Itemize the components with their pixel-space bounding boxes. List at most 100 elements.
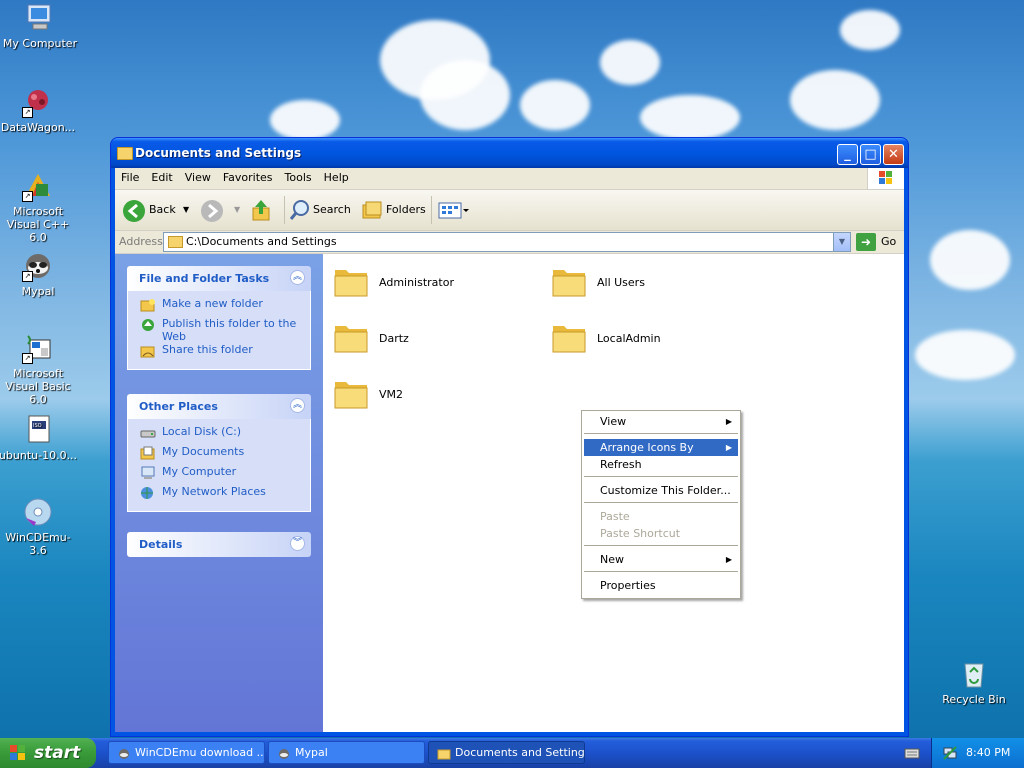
place-local-disk[interactable]: Local Disk (C:) bbox=[138, 425, 310, 445]
panel-header[interactable]: Other Places ︽ bbox=[127, 394, 311, 419]
panel-header[interactable]: Details ︾ bbox=[127, 532, 311, 557]
windows-logo-icon bbox=[867, 168, 904, 189]
maximize-button[interactable]: □ bbox=[860, 144, 881, 165]
task-share-folder[interactable]: Share this folder bbox=[138, 343, 310, 363]
clock[interactable]: 8:40 PM bbox=[966, 746, 1010, 759]
expand-chevron-icon[interactable]: ︾ bbox=[290, 536, 305, 551]
place-my-network-places[interactable]: My Network Places bbox=[138, 485, 310, 505]
task-make-new-folder[interactable]: Make a new folder bbox=[138, 297, 310, 317]
folder-label: VM2 bbox=[379, 388, 404, 401]
desktop-icon-label: Microsoft Visual Basic 6.0 bbox=[5, 367, 71, 406]
context-menu-new[interactable]: New ▶ bbox=[584, 551, 738, 568]
svg-text:ISO: ISO bbox=[33, 423, 42, 429]
desktop-icon-label: Microsoft Visual C++ 6.0 bbox=[6, 205, 70, 244]
context-menu-paste: Paste bbox=[600, 510, 630, 523]
desktop-icon-label: Recycle Bin bbox=[942, 693, 1006, 706]
menu-edit[interactable]: Edit bbox=[145, 168, 178, 184]
address-bar: Address C:\Documents and Settings ▼ ➜ Go bbox=[115, 231, 904, 254]
window-client: File Edit View Favorites Tools Help Back ▼ ▼ … bbox=[115, 168, 904, 732]
minimize-icon: _ bbox=[844, 147, 851, 162]
views-button[interactable] bbox=[437, 198, 471, 222]
folder-label: All Users bbox=[597, 276, 645, 289]
menu-tools[interactable]: Tools bbox=[279, 168, 318, 184]
address-field[interactable]: C:\Documents and Settings ▼ bbox=[163, 232, 851, 252]
explorer-window: Documents and Settings _ □ ✕ File Edit Vie… bbox=[111, 138, 908, 736]
back-button[interactable]: Back bbox=[149, 198, 176, 222]
submenu-arrow-icon: ▶ bbox=[725, 417, 732, 426]
folder-item[interactable]: LocalAdmin bbox=[541, 320, 741, 364]
forward-arrow-icon[interactable] bbox=[201, 200, 223, 222]
task-publish-to-web[interactable]: Publish this folder to the Web bbox=[138, 317, 310, 343]
context-menu-arrange-icons-by[interactable]: Arrange Icons By ▶ bbox=[584, 439, 738, 456]
folder-item[interactable]: All Users bbox=[541, 264, 741, 308]
close-button[interactable]: ✕ bbox=[883, 144, 904, 165]
folder-icon bbox=[437, 746, 451, 760]
panel-header[interactable]: File and Folder Tasks ︽ bbox=[127, 266, 311, 291]
go-button[interactable]: Go bbox=[881, 235, 896, 248]
keyboard-icon[interactable] bbox=[904, 746, 920, 760]
back-dropdown-icon[interactable]: ▼ bbox=[183, 198, 189, 222]
network-status-icon[interactable] bbox=[942, 745, 958, 761]
menu-favorites[interactable]: Favorites bbox=[217, 168, 279, 184]
taskbar-item-mypal[interactable]: Mypal bbox=[268, 741, 425, 764]
address-value: C:\Documents and Settings bbox=[186, 235, 337, 248]
context-menu-customize-folder[interactable]: Customize This Folder... bbox=[584, 482, 738, 499]
desktop-icon-recycle-bin[interactable]: Recycle Bin bbox=[934, 658, 1014, 706]
taskbar-item-documents-and-settings[interactable]: Documents and Settings bbox=[428, 741, 585, 764]
address-label: Address bbox=[119, 235, 163, 248]
desktop-icon-visual-basic[interactable]: ↗ Microsoft Visual Basic 6.0 bbox=[0, 332, 78, 406]
toolbar-separator bbox=[284, 196, 285, 224]
collapse-chevron-icon[interactable]: ︽ bbox=[290, 398, 305, 413]
collapse-chevron-icon[interactable]: ︽ bbox=[290, 270, 305, 285]
place-my-documents[interactable]: My Documents bbox=[138, 445, 310, 465]
desktop-icon-datawagon[interactable]: ↗ DataWagon... bbox=[0, 86, 78, 134]
menu-separator bbox=[584, 571, 738, 572]
desktop-icon-ubuntu[interactable]: ISO ubuntu-10.0... bbox=[0, 414, 78, 462]
taskbar-item-wincdemu-download[interactable]: WinCDEmu download ... bbox=[108, 741, 265, 764]
disc-image-file-icon: ISO bbox=[22, 414, 54, 446]
folders-icon[interactable] bbox=[361, 198, 383, 222]
address-dropdown-icon[interactable]: ▼ bbox=[833, 233, 850, 251]
search-icon[interactable] bbox=[289, 198, 313, 222]
recycle-bin-icon bbox=[958, 658, 990, 690]
hard-drive-icon bbox=[140, 426, 156, 440]
desktop-icon-mypal[interactable]: ↗ Mypal bbox=[0, 250, 78, 298]
up-folder-icon[interactable] bbox=[250, 198, 272, 222]
title-bar[interactable]: Documents and Settings _ □ ✕ bbox=[111, 138, 908, 168]
menu-view[interactable]: View bbox=[179, 168, 217, 184]
shortcut-arrow-icon: ↗ bbox=[22, 107, 33, 118]
folder-label: LocalAdmin bbox=[597, 332, 661, 345]
wincdemu-disc-icon bbox=[22, 496, 54, 528]
folder-item[interactable]: Administrator bbox=[323, 264, 523, 308]
toolbar-separator bbox=[431, 196, 432, 224]
search-button[interactable]: Search bbox=[313, 198, 351, 222]
go-arrow-icon[interactable]: ➜ bbox=[856, 233, 876, 251]
context-menu-paste-shortcut: Paste Shortcut bbox=[600, 527, 681, 540]
desktop-icon-label: WinCDEmu-3.6 bbox=[5, 531, 71, 557]
other-places-panel: Other Places ︽ Local Disk (C:) My Docume… bbox=[127, 394, 311, 512]
forward-dropdown-icon[interactable]: ▼ bbox=[234, 198, 240, 222]
desktop-icon-label: DataWagon... bbox=[0, 121, 76, 134]
start-label: start bbox=[34, 743, 81, 763]
menu-file[interactable]: File bbox=[115, 168, 145, 184]
publish-web-icon bbox=[140, 318, 156, 332]
context-menu-properties[interactable]: Properties bbox=[584, 577, 738, 594]
desktop-icon-label: ubuntu-10.0... bbox=[0, 449, 78, 462]
context-menu-view[interactable]: View ▶ bbox=[584, 413, 738, 430]
desktop-icon-visual-cpp[interactable]: ↗ Microsoft Visual C++ 6.0 bbox=[0, 170, 78, 244]
folder-item[interactable]: VM2 bbox=[323, 376, 523, 420]
submenu-arrow-icon: ▶ bbox=[725, 555, 732, 564]
desktop-icon-my-computer[interactable]: My Computer bbox=[0, 2, 80, 50]
context-menu-refresh[interactable]: Refresh bbox=[584, 456, 738, 473]
folder-item[interactable]: Dartz bbox=[323, 320, 523, 364]
folder-icon bbox=[551, 264, 587, 298]
folders-button[interactable]: Folders bbox=[386, 198, 426, 222]
my-documents-icon bbox=[140, 446, 156, 460]
minimize-button[interactable]: _ bbox=[837, 144, 858, 165]
start-button[interactable]: start bbox=[0, 738, 96, 768]
panel-title: Other Places bbox=[139, 400, 218, 413]
back-arrow-icon[interactable] bbox=[123, 200, 145, 222]
desktop-icon-wincdemu[interactable]: WinCDEmu-3.6 bbox=[0, 496, 78, 557]
menu-help[interactable]: Help bbox=[318, 168, 355, 184]
place-my-computer[interactable]: My Computer bbox=[138, 465, 310, 485]
